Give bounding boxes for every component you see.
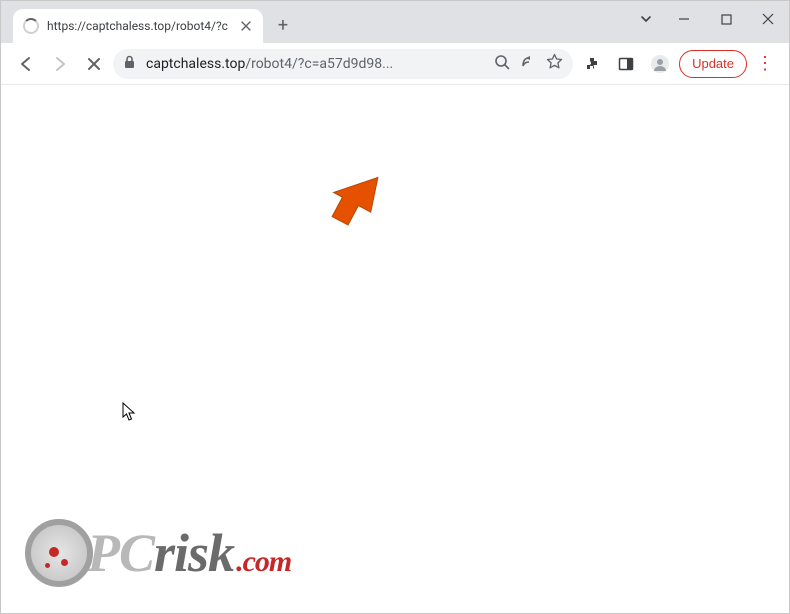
stop-reload-button[interactable] (79, 49, 109, 79)
forward-button[interactable] (45, 49, 75, 79)
globe-icon (25, 519, 93, 587)
url-text: captchaless.top/robot4/?c=a57d9d98... (146, 56, 484, 72)
update-button[interactable]: Update (679, 50, 747, 78)
extensions-icon[interactable] (577, 49, 607, 79)
menu-button[interactable]: ⋮ (751, 53, 779, 74)
browser-tab[interactable]: https://captchaless.top/robot4/?c (13, 9, 263, 43)
lock-icon[interactable] (123, 55, 136, 73)
loading-spinner-icon (23, 18, 39, 34)
pcrisk-watermark: PCrisk.com (25, 519, 291, 587)
browser-toolbar: captchaless.top/robot4/?c=a57d9d98... Up… (1, 43, 789, 85)
tab-search-button[interactable] (629, 1, 663, 37)
share-icon[interactable] (520, 54, 536, 74)
watermark-risk: risk (154, 522, 234, 584)
window-controls (629, 1, 789, 37)
bookmark-star-icon[interactable] (546, 53, 563, 74)
zoom-icon[interactable] (494, 54, 510, 74)
page-viewport: PCrisk.com (1, 85, 789, 613)
watermark-com: .com (236, 545, 291, 579)
watermark-pc: PC (87, 522, 154, 584)
maximize-button[interactable] (705, 1, 747, 37)
tab-title: https://captchaless.top/robot4/?c (47, 19, 231, 33)
annotation-arrow-icon (330, 167, 380, 227)
tab-close-button[interactable] (239, 19, 253, 33)
profile-icon[interactable] (645, 49, 675, 79)
back-button[interactable] (11, 49, 41, 79)
watermark-text: PCrisk.com (87, 522, 291, 584)
address-bar[interactable]: captchaless.top/robot4/?c=a57d9d98... (113, 49, 573, 79)
sidepanel-icon[interactable] (611, 49, 641, 79)
mouse-cursor-icon (122, 402, 138, 422)
url-domain: captchaless.top (146, 56, 245, 72)
url-path: /robot4/?c=a57d9d98... (245, 56, 393, 72)
new-tab-button[interactable]: + (269, 11, 297, 39)
close-window-button[interactable] (747, 1, 789, 37)
titlebar: https://captchaless.top/robot4/?c + (1, 1, 789, 43)
minimize-button[interactable] (663, 1, 705, 37)
